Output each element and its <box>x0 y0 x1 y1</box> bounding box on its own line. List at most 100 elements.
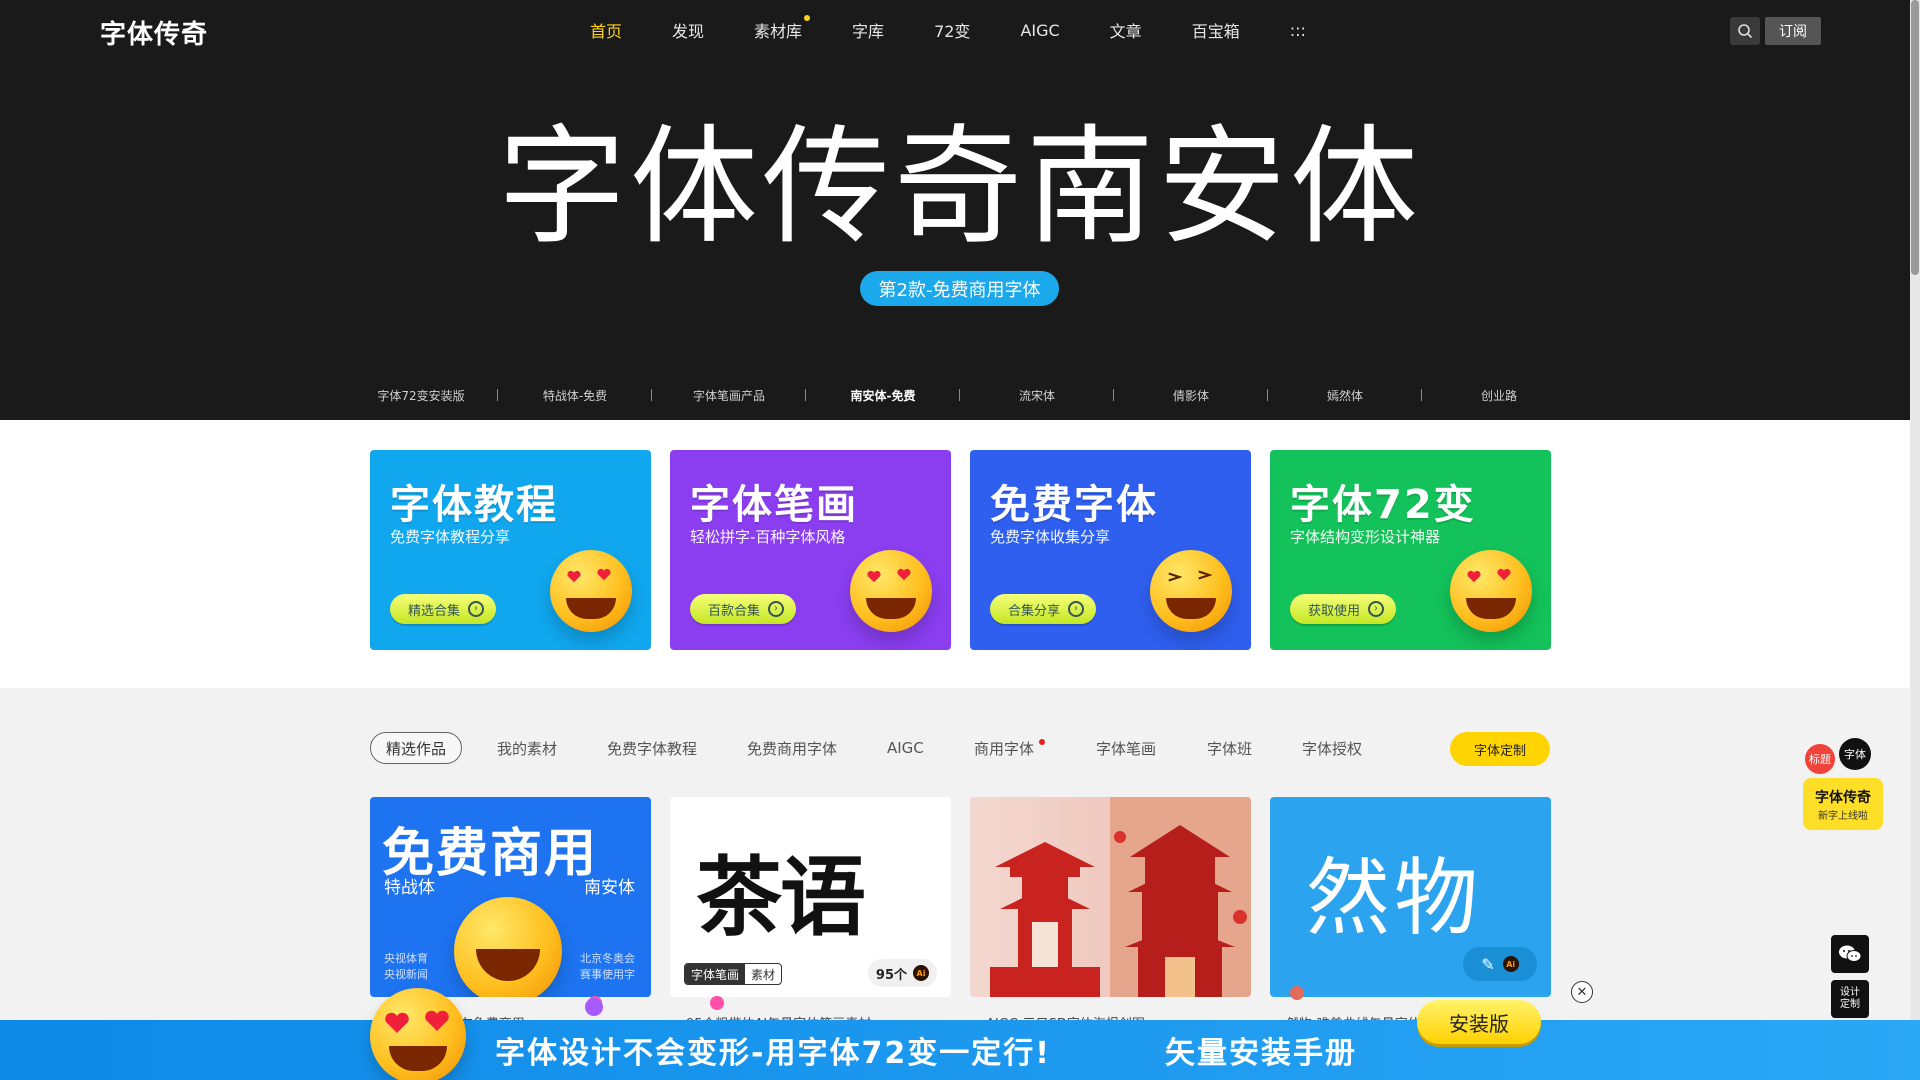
tab-2[interactable]: 免费字体教程 <box>607 732 697 764</box>
tab-7[interactable]: 字体班 <box>1207 732 1252 764</box>
wechat-icon <box>1839 945 1862 962</box>
badge-card: 字体传奇 新字上线啦 <box>1803 778 1883 830</box>
scroll-thumb[interactable] <box>1911 0 1919 275</box>
card-count: 95个 Ai <box>867 959 937 987</box>
tab-0[interactable]: 精选作品 <box>370 732 463 764</box>
content-card-3[interactable] <box>970 797 1251 997</box>
decor-bubble <box>1290 986 1304 1000</box>
new-font-badge[interactable]: 标题 字体 字体传奇 新字上线啦 <box>1803 738 1895 830</box>
subscribe-button[interactable]: 订阅 <box>1765 17 1821 45</box>
bottom-banner[interactable]: 字体设计不会变形-用字体72变一定行! 矢量安装手册 <box>0 1020 1920 1080</box>
hero-tab-7[interactable]: 创业路 <box>1422 387 1576 404</box>
decor-bubble <box>710 996 724 1010</box>
nav-item-4[interactable]: 72变 <box>934 18 970 42</box>
chevron-right-icon: › <box>1368 601 1385 617</box>
tab-3[interactable]: 免费商用字体 <box>747 732 837 764</box>
chevron-right-icon: › <box>768 601 785 617</box>
hero-tab-2[interactable]: 字体笔画产品 <box>652 387 806 404</box>
card-small-left: 央视体育 央视新闻 <box>384 952 428 981</box>
promo-subtitle: 免费字体教程分享 <box>390 528 511 546</box>
emoji-icon <box>550 550 632 632</box>
content-card-2[interactable]: 茶语 字体笔画 素材 95个 Ai <box>670 797 951 997</box>
hero-tab-6[interactable]: 嫣然体 <box>1268 387 1422 404</box>
card-small-right: 北京冬奥会 赛事使用字 <box>580 952 635 981</box>
emoji-icon <box>1150 550 1232 632</box>
hero-tab-1[interactable]: 特战体-免费 <box>498 387 652 404</box>
hero-badge[interactable]: 第2款-免费商用字体 <box>860 271 1059 306</box>
promo-button[interactable]: 精选合集 › <box>390 594 497 624</box>
promo-card-1[interactable]: 字体笔画 轻松拼字-百种字体风格百款合集 › <box>670 450 951 650</box>
promo-title: 字体笔画 <box>690 482 858 528</box>
search-button[interactable] <box>1730 17 1760 45</box>
card-right-label: 南安体 <box>584 878 635 898</box>
install-button[interactable]: 安装版 <box>1417 1000 1541 1044</box>
search-icon <box>1738 24 1753 39</box>
tab-5[interactable]: 商用字体 <box>974 732 1046 764</box>
nav-item-5[interactable]: AIGC <box>1020 21 1059 40</box>
ai-icon: Ai <box>1502 956 1519 972</box>
pen-tool-icon: ✎ <box>1481 954 1495 974</box>
hot-dot-icon <box>1039 739 1046 745</box>
hero-tab-4[interactable]: 流宋体 <box>960 387 1114 404</box>
nav-item-2[interactable]: 素材库 <box>754 15 811 42</box>
card-tool-badge: ✎ Ai <box>1463 947 1537 981</box>
nav-item-6[interactable]: 文章 <box>1110 18 1142 42</box>
badge-red: 标题 <box>1805 744 1835 774</box>
card-left-label: 特战体 <box>384 878 435 898</box>
promo-button[interactable]: 合集分享 › <box>990 594 1097 624</box>
hero-tab-3[interactable]: 南安体-免费 <box>806 387 960 404</box>
promo-title: 免费字体 <box>990 482 1158 528</box>
hero-section: 字体传奇 首页 发现 素材库 字库 72变 AIGC 文章 百宝箱::: 订阅 字体传奇南安体… <box>0 0 1920 420</box>
promo-card-0[interactable]: 字体教程 免费字体教程分享精选合集 › <box>370 450 651 650</box>
promo-button[interactable]: 百款合集 › <box>690 594 797 624</box>
ai-icon: Ai <box>913 965 929 981</box>
card-headline: 茶语 <box>696 847 866 948</box>
tab-1[interactable]: 我的素材 <box>497 732 557 764</box>
emoji-icon <box>850 550 932 632</box>
main-nav: 首页 发现 素材库 字库 72变 AIGC 文章 百宝箱::: <box>590 0 1356 60</box>
nav-item-7[interactable]: 百宝箱 <box>1192 18 1240 42</box>
nav-item-3[interactable]: 字库 <box>852 18 884 42</box>
content-card-4[interactable]: 然物 ✎ Ai <box>1270 797 1551 997</box>
promo-subtitle: 免费字体收集分享 <box>990 528 1111 546</box>
design-custom-button[interactable]: 设计 定制 <box>1831 980 1869 1018</box>
pagoda-image <box>990 797 1251 997</box>
nav-item-8[interactable]: ::: <box>1290 21 1306 40</box>
card-tag: 字体笔画 素材 <box>684 963 783 985</box>
wechat-button[interactable] <box>1831 935 1869 973</box>
tab-4[interactable]: AIGC <box>887 732 924 764</box>
tab-6[interactable]: 字体笔画 <box>1096 732 1156 764</box>
new-dot-icon <box>804 15 811 21</box>
laughing-emoji-icon <box>454 897 562 997</box>
nav-item-1[interactable]: 发现 <box>672 18 704 42</box>
hero-tab-0[interactable]: 字体72变安装版 <box>344 387 498 404</box>
decor-bubble <box>585 998 603 1016</box>
close-icon[interactable]: ✕ <box>1571 981 1593 1003</box>
promo-title: 字体教程 <box>390 482 558 528</box>
tag-dark: 字体笔画 <box>685 964 746 984</box>
font-custom-button[interactable]: 字体定制 <box>1450 732 1550 766</box>
banner-text: 字体设计不会变形-用字体72变一定行! <box>495 1036 1051 1071</box>
promo-button[interactable]: 获取使用 › <box>1290 594 1397 624</box>
heart-eyes-emoji-icon <box>370 988 466 1080</box>
content-tabs: 字体定制 精选作品 我的素材 免费字体教程 免费商用字体 AIGC 商用字体 字体笔画 字体班… <box>370 732 1550 766</box>
banner-text-secondary: 矢量安装手册 <box>1165 1036 1357 1071</box>
promo-card-2[interactable]: 免费字体 免费字体收集分享合集分享 › <box>970 450 1251 650</box>
promo-card-3[interactable]: 字体72变 字体结构变形设计神器获取使用 › <box>1270 450 1551 650</box>
promo-subtitle: 字体结构变形设计神器 <box>1290 528 1441 546</box>
tab-8[interactable]: 字体授权 <box>1302 732 1362 764</box>
promo-subtitle: 轻松拼字-百种字体风格 <box>690 528 846 546</box>
chevron-right-icon: › <box>468 601 485 617</box>
site-logo[interactable]: 字体传奇 <box>100 14 208 51</box>
hero-title: 字体传奇南安体 <box>497 113 1422 262</box>
nav-item-0[interactable]: 首页 <box>590 18 622 42</box>
card-headline: 然物 <box>1306 849 1483 947</box>
promo-title: 字体72变 <box>1290 482 1476 528</box>
hero-tabs: 字体72变安装版 特战体-免费 字体笔画产品 南安体-免费 流宋体 倩影体 嫣然体 创业路 <box>344 380 1576 410</box>
hero-tab-5[interactable]: 倩影体 <box>1114 387 1268 404</box>
badge-black: 字体 <box>1839 738 1871 770</box>
tag-light: 素材 <box>751 968 776 982</box>
promo-section: 字体教程 免费字体教程分享 精选合集 › 字体笔画 轻松拼字-百种字体风格 百款合集 › 免费字… <box>0 420 1920 688</box>
content-card-1[interactable]: 免费商用 特战体 南安体 央视体育 央视新闻 北京冬奥会 赛事使用字 <box>370 797 651 997</box>
chevron-right-icon: › <box>1068 601 1085 617</box>
